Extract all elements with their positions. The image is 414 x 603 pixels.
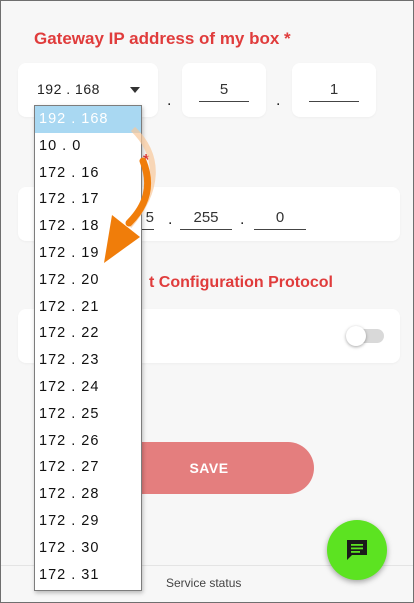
- chat-button[interactable]: [327, 520, 387, 580]
- dropdown-option[interactable]: 172 . 27: [35, 454, 141, 481]
- gateway-octet3-card: 5: [182, 63, 266, 117]
- app-frame: Gateway IP address of my box * 192 . 168…: [0, 0, 414, 603]
- dropdown-option[interactable]: 172 . 26: [35, 428, 141, 455]
- dropdown-option[interactable]: 172 . 22: [35, 320, 141, 347]
- dropdown-option[interactable]: 172 . 28: [35, 481, 141, 508]
- ip-dot: .: [276, 92, 281, 109]
- service-status-link[interactable]: Service status: [166, 576, 241, 590]
- subnet-octet4-input[interactable]: 0: [254, 207, 306, 230]
- dropdown-option[interactable]: 172 . 31: [35, 562, 141, 589]
- dropdown-option[interactable]: 172 . 30: [35, 535, 141, 562]
- dropdown-option[interactable]: 172 . 21: [35, 294, 141, 321]
- subnet-octet3-input[interactable]: 255: [180, 207, 232, 230]
- gateway-octet4-card: 1: [292, 63, 376, 117]
- dhcp-toggle-knob[interactable]: [346, 326, 366, 346]
- dropdown-option[interactable]: 172 . 23: [35, 347, 141, 374]
- caret-down-icon: [130, 87, 140, 93]
- dhcp-title: t Configuration Protocol: [149, 274, 333, 291]
- dropdown-option[interactable]: 172 . 24: [35, 374, 141, 401]
- dropdown-option[interactable]: 172 . 17: [35, 186, 141, 213]
- gateway-octet3-input[interactable]: 5: [199, 79, 249, 102]
- dropdown-option[interactable]: 192 . 168: [35, 106, 141, 133]
- gateway-prefix-dropdown[interactable]: 192 . 168 10 . 0 172 . 16 172 . 17 172 . 18 1…: [34, 105, 142, 591]
- ip-dot: .: [240, 211, 245, 228]
- subnet-title: *: [143, 152, 150, 169]
- ip-dot: .: [168, 211, 173, 228]
- dropdown-option[interactable]: 172 . 18: [35, 213, 141, 240]
- dropdown-option[interactable]: 172 . 19: [35, 240, 141, 267]
- dropdown-option[interactable]: 172 . 20: [35, 267, 141, 294]
- dropdown-option[interactable]: 172 . 25: [35, 401, 141, 428]
- gateway-prefix-value: 192 . 168: [37, 81, 100, 97]
- dropdown-option[interactable]: 10 . 0: [35, 133, 141, 160]
- dropdown-option[interactable]: 172 . 29: [35, 508, 141, 535]
- chat-bubble-icon: [347, 540, 367, 560]
- dropdown-option[interactable]: 172 . 16: [35, 160, 141, 187]
- ip-dot: .: [167, 92, 172, 109]
- gateway-title: Gateway IP address of my box *: [34, 29, 291, 48]
- gateway-octet4-input[interactable]: 1: [309, 79, 359, 102]
